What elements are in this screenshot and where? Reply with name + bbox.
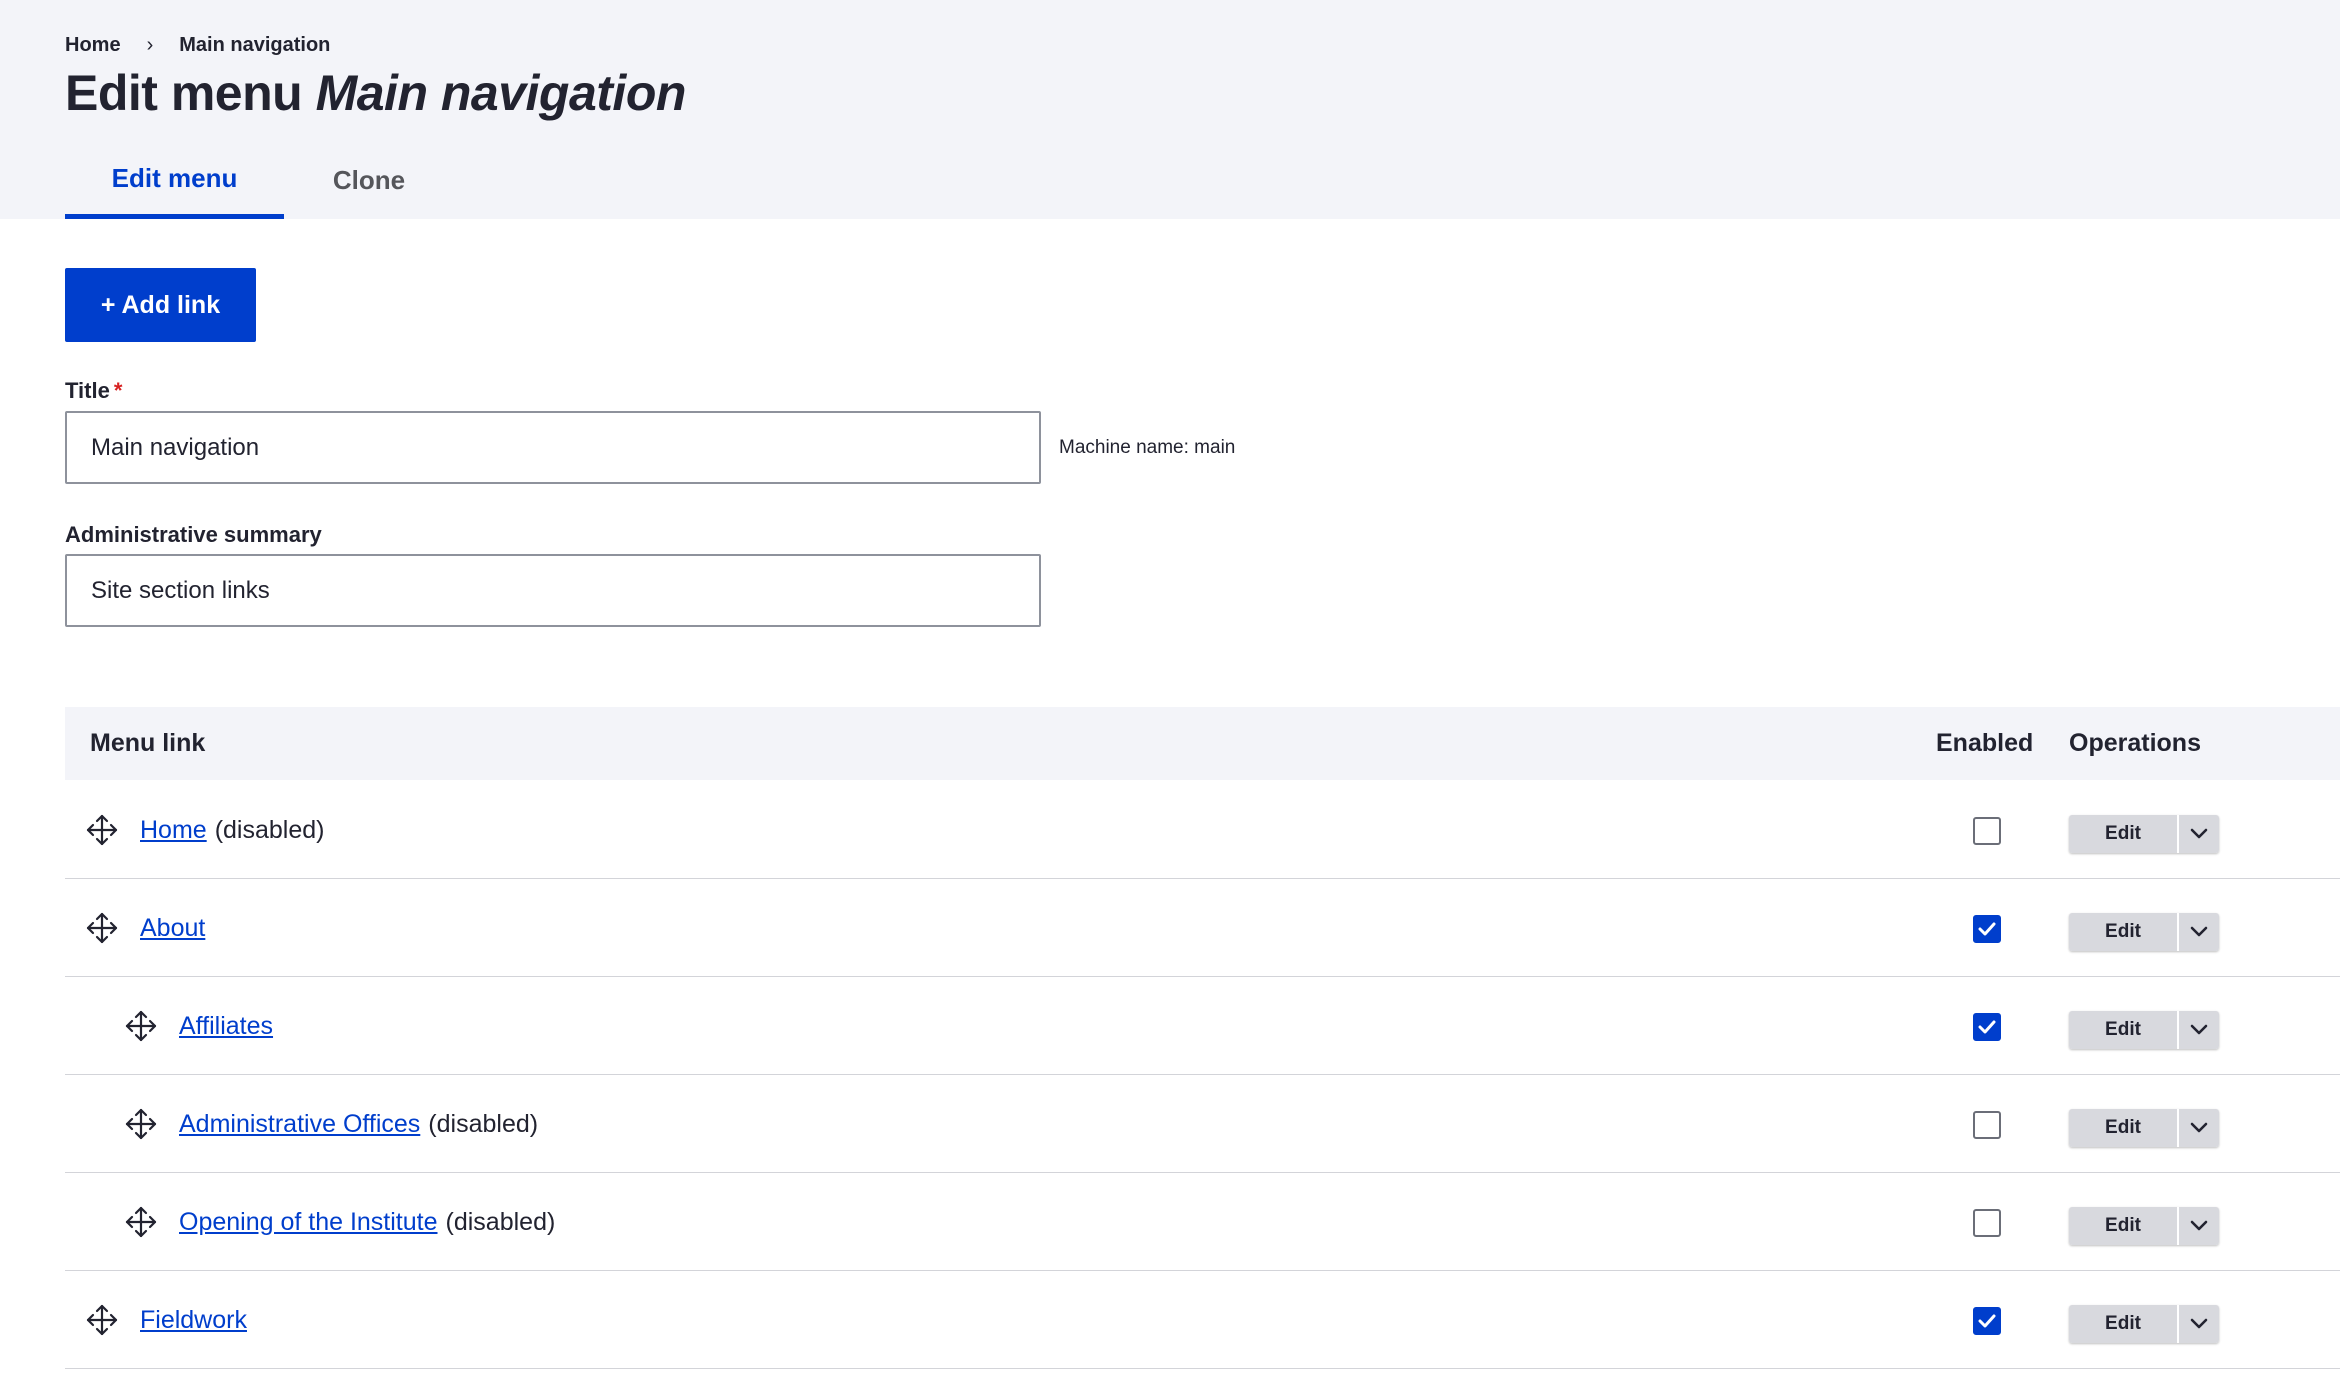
enabled-checkbox[interactable]: [1973, 817, 2001, 845]
edit-button[interactable]: Edit: [2069, 1011, 2177, 1049]
header-operations: Operations: [2069, 729, 2201, 757]
edit-button[interactable]: Edit: [2069, 1305, 2177, 1343]
operations-toggle[interactable]: [2179, 1305, 2219, 1343]
required-marker: *: [113, 378, 123, 403]
menu-link-status: (disabled): [214, 815, 325, 844]
page-title: Edit menu Main navigation: [65, 64, 686, 122]
title-label-text: Title: [65, 378, 110, 403]
title-label: Title *: [65, 378, 122, 404]
drag-handle-icon[interactable]: [124, 1205, 158, 1239]
breadcrumb-separator: ›: [146, 34, 154, 56]
menu-link-status: (disabled): [428, 1109, 539, 1138]
edit-button[interactable]: Edit: [2069, 1109, 2177, 1147]
drag-handle-icon[interactable]: [124, 1107, 158, 1141]
page-title-prefix: Edit menu: [65, 65, 303, 121]
title-input[interactable]: [65, 411, 1041, 484]
page-header: Home › Main navigation Edit menu Main na…: [0, 0, 2340, 219]
table-header: Menu link Enabled Operations: [65, 707, 2340, 780]
operations-toggle[interactable]: [2179, 1109, 2219, 1147]
breadcrumb-home[interactable]: Home: [65, 34, 121, 57]
drag-handle-icon[interactable]: [85, 1303, 119, 1337]
operations-dropbutton: Edit: [2069, 1109, 2219, 1147]
chevron-down-icon: [2190, 926, 2208, 938]
chevron-down-icon: [2190, 1220, 2208, 1232]
header-enabled: Enabled: [1936, 729, 2034, 757]
operations-toggle[interactable]: [2179, 1207, 2219, 1245]
enabled-checkbox[interactable]: [1973, 1111, 2001, 1139]
tab-edit-menu[interactable]: Edit menu: [65, 150, 284, 219]
operations-dropbutton: Edit: [2069, 913, 2219, 951]
enabled-checkbox[interactable]: [1973, 1307, 2001, 1335]
table-row: About Edit: [65, 879, 2340, 977]
menu-link-status: (disabled): [445, 1207, 556, 1236]
menu-link-label: About: [140, 879, 205, 977]
drag-handle-icon[interactable]: [124, 1009, 158, 1043]
operations-dropbutton: Edit: [2069, 1207, 2219, 1245]
operations-dropbutton: Edit: [2069, 1305, 2219, 1343]
table-row: Affiliates Edit: [65, 977, 2340, 1075]
tab-clone[interactable]: Clone: [284, 150, 454, 219]
breadcrumb: Home › Main navigation: [65, 34, 330, 57]
operations-toggle[interactable]: [2179, 1011, 2219, 1049]
operations-dropbutton: Edit: [2069, 815, 2219, 853]
chevron-down-icon: [2190, 828, 2208, 840]
menu-link[interactable]: Home: [140, 816, 207, 845]
table-row: Home (disabled) Edit: [65, 781, 2340, 879]
operations-toggle[interactable]: [2179, 913, 2219, 951]
edit-button[interactable]: Edit: [2069, 815, 2177, 853]
menu-link-label: Fieldwork: [140, 1271, 247, 1369]
summary-label: Administrative summary: [65, 522, 322, 547]
chevron-down-icon: [2190, 1318, 2208, 1330]
breadcrumb-current[interactable]: Main navigation: [179, 34, 330, 57]
menu-link-label: Home (disabled): [140, 781, 324, 879]
drag-handle-icon[interactable]: [85, 911, 119, 945]
table-row: Fieldwork Edit: [65, 1271, 2340, 1369]
enabled-checkbox[interactable]: [1973, 915, 2001, 943]
page-title-menu-name: Main navigation: [315, 65, 687, 121]
menu-link[interactable]: Administrative Offices: [179, 1110, 420, 1139]
primary-tabs: Edit menu Clone: [65, 150, 454, 219]
add-link-button[interactable]: + Add link: [65, 268, 256, 342]
menu-link-label: Affiliates: [179, 977, 273, 1075]
menu-link[interactable]: Affiliates: [179, 1012, 273, 1041]
chevron-down-icon: [2190, 1122, 2208, 1134]
edit-button[interactable]: Edit: [2069, 1207, 2177, 1245]
menu-link[interactable]: Fieldwork: [140, 1306, 247, 1335]
enabled-checkbox[interactable]: [1973, 1209, 2001, 1237]
menu-link-label: Opening of the Institute (disabled): [179, 1173, 555, 1271]
drag-handle-icon[interactable]: [85, 813, 119, 847]
chevron-down-icon: [2190, 1024, 2208, 1036]
table-row: Administrative Offices (disabled) Edit: [65, 1075, 2340, 1173]
operations-toggle[interactable]: [2179, 815, 2219, 853]
menu-link[interactable]: About: [140, 914, 205, 943]
summary-input[interactable]: [65, 554, 1041, 627]
menu-link-label: Administrative Offices (disabled): [179, 1075, 538, 1173]
header-menu-link: Menu link: [90, 729, 206, 757]
enabled-checkbox[interactable]: [1973, 1013, 2001, 1041]
machine-name: Machine name: main: [1059, 437, 1236, 458]
edit-button[interactable]: Edit: [2069, 913, 2177, 951]
operations-dropbutton: Edit: [2069, 1011, 2219, 1049]
menu-link[interactable]: Opening of the Institute: [179, 1208, 438, 1237]
table-row: Opening of the Institute (disabled) Edit: [65, 1173, 2340, 1271]
